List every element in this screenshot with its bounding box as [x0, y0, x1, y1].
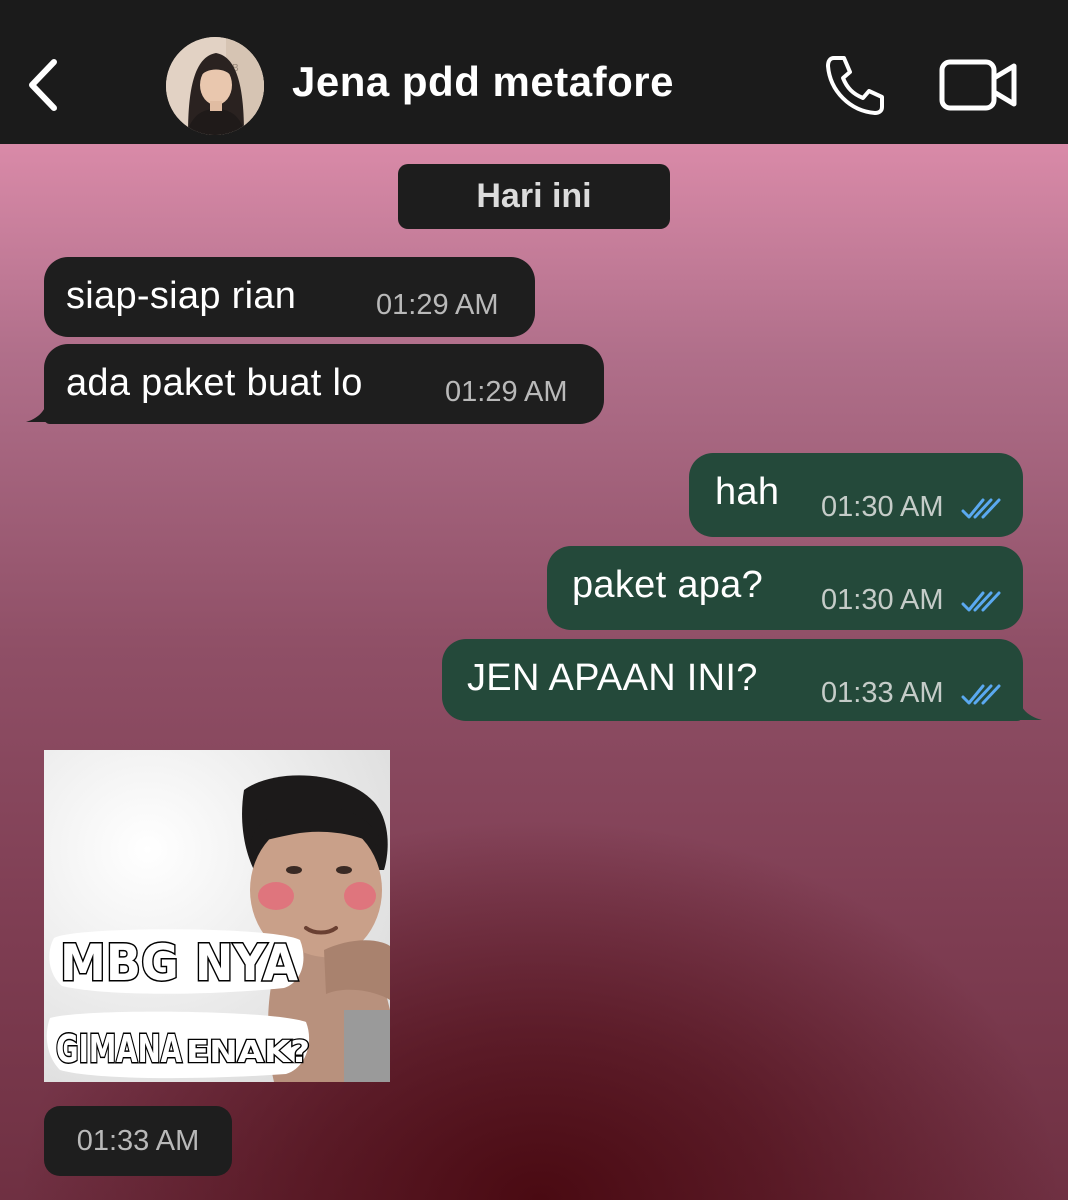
read-receipt-icon — [961, 684, 1001, 705]
incoming-message[interactable]: ada paket buat lo 01:29 AM — [44, 344, 604, 424]
contact-name[interactable]: Jena pdd metafore — [292, 58, 674, 106]
outgoing-message[interactable]: hah 01:30 AM — [689, 453, 1023, 537]
sticker-time: 01:33 AM — [44, 1106, 232, 1176]
video-camera-icon — [939, 59, 1017, 111]
avatar[interactable]: B — [166, 37, 264, 135]
message-time: 01:30 AM — [821, 491, 944, 523]
message-time: 01:33 AM — [821, 677, 944, 709]
sticker-message[interactable]: MBG NYA GIMANA ENAK? — [44, 750, 390, 1082]
avatar-photo: B — [166, 37, 264, 135]
voice-call-button[interactable] — [820, 50, 890, 120]
read-receipt-icon — [961, 498, 1001, 519]
sticker-caption-line2a: GIMANA — [56, 1027, 182, 1071]
chevron-left-icon — [29, 59, 57, 111]
chat-header: B Jena pdd metafore — [0, 0, 1068, 144]
message-text: JEN APAAN INI? — [467, 657, 758, 699]
message-time: 01:30 AM — [821, 584, 944, 616]
message-text: paket apa? — [572, 564, 764, 606]
message-time: 01:29 AM — [445, 376, 568, 408]
read-receipt-icon — [961, 591, 1001, 612]
outgoing-message[interactable]: paket apa? 01:30 AM — [547, 546, 1023, 630]
message-text: hah — [715, 471, 780, 513]
date-separator: Hari ini — [398, 164, 670, 229]
incoming-message[interactable]: siap-siap rian 01:29 AM — [44, 257, 535, 337]
sticker-image: MBG NYA GIMANA ENAK? — [44, 750, 390, 1082]
message-text: ada paket buat lo — [66, 362, 363, 404]
sticker-caption-line1: MBG NYA — [60, 934, 298, 992]
message-time: 01:29 AM — [376, 289, 499, 321]
video-call-button[interactable] — [938, 56, 1020, 114]
phone-icon — [826, 56, 884, 115]
chat-area[interactable]: Hari ini siap-siap rian 01:29 AM ada pak… — [0, 144, 1068, 1200]
back-button[interactable] — [20, 50, 70, 120]
sticker-caption-line2b: ENAK? — [186, 1035, 310, 1070]
outgoing-message[interactable]: JEN APAAN INI? 01:33 AM — [442, 639, 1023, 721]
message-text: siap-siap rian — [66, 275, 297, 317]
